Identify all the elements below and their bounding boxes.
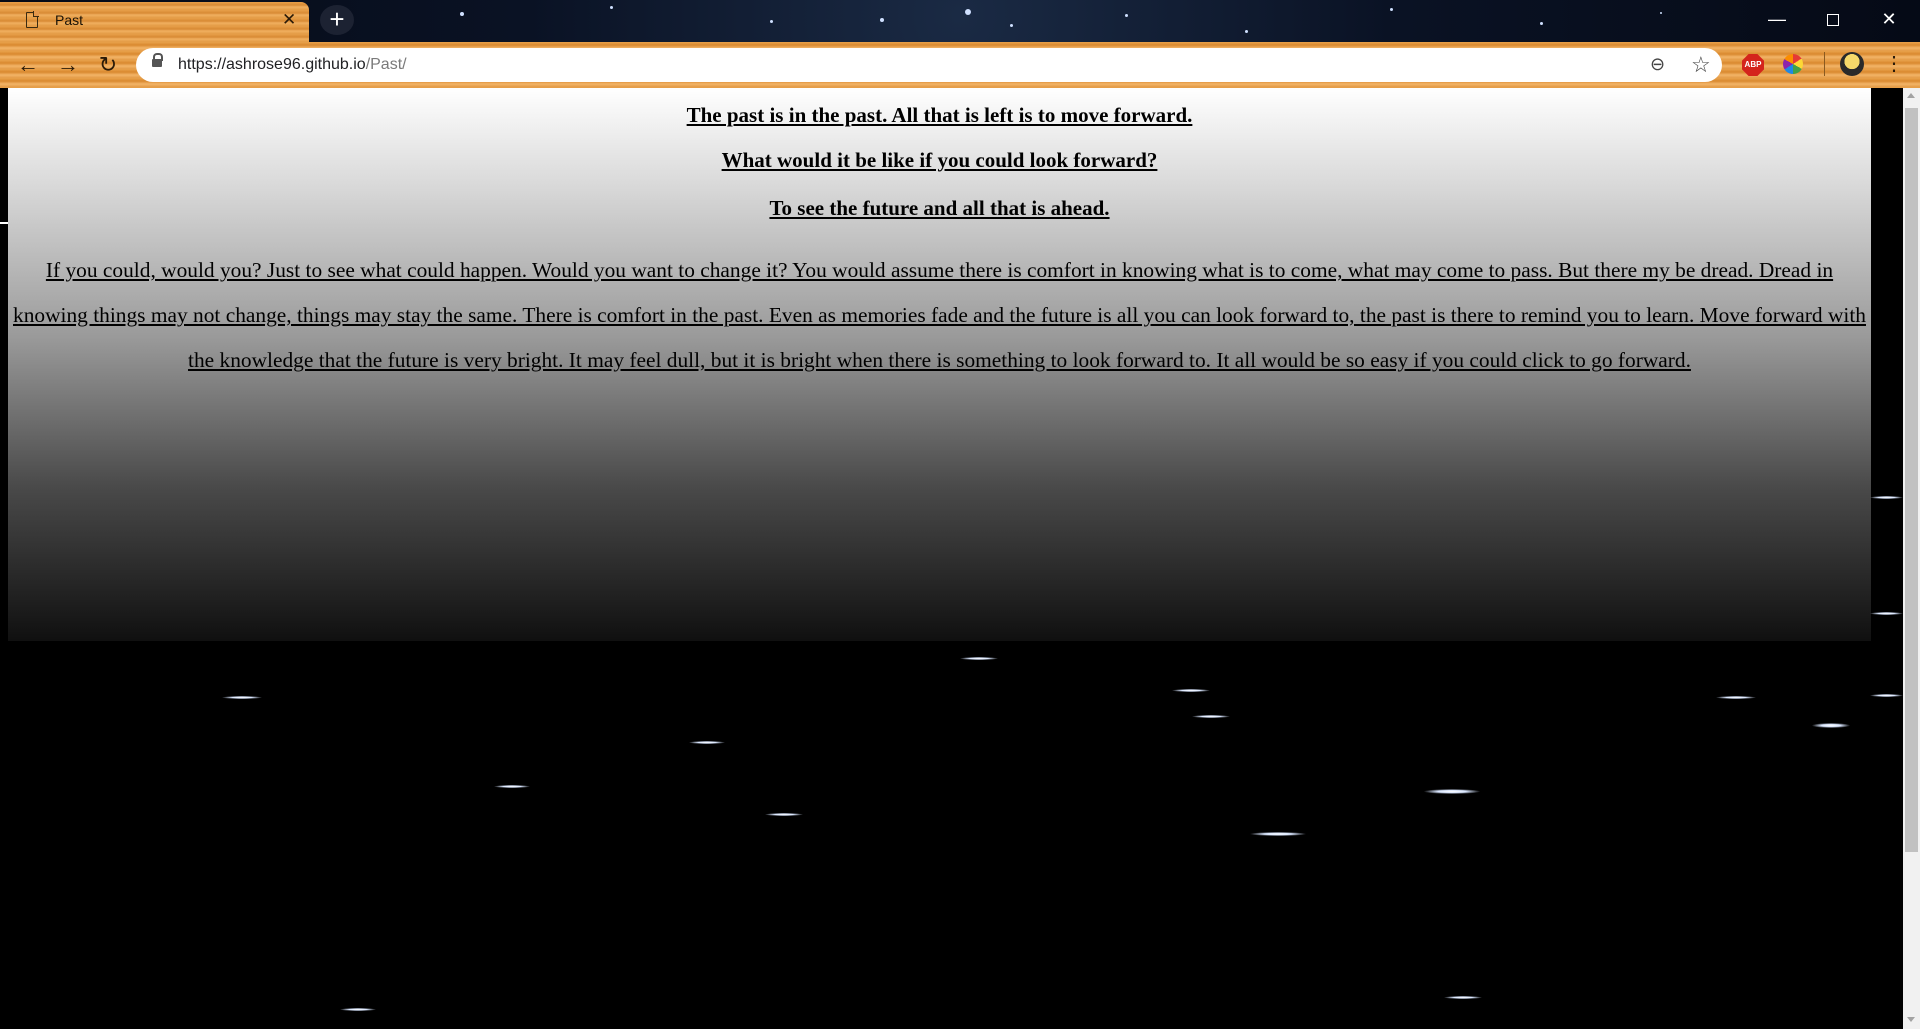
star-decoration — [770, 20, 773, 23]
star-decoration — [1540, 22, 1543, 25]
star-streak — [1250, 832, 1306, 836]
forward-button[interactable]: → — [53, 50, 83, 80]
new-tab-button[interactable]: + — [320, 5, 354, 35]
page-icon — [26, 11, 39, 28]
browser-menu-icon[interactable]: ⋮ — [1884, 52, 1904, 76]
star-streak — [765, 813, 803, 816]
minimize-button[interactable]: — — [1754, 4, 1800, 34]
browser-toolbar: ← → ↻ https://ashrose96.github.io/Past/ … — [0, 42, 1920, 88]
star-streak — [0, 222, 8, 224]
star-streak — [1192, 715, 1230, 718]
vertical-scrollbar[interactable] — [1903, 88, 1920, 1029]
star-streak — [1870, 612, 1903, 615]
star-streak — [1424, 789, 1480, 794]
bookmark-star-icon[interactable]: ☆ — [1691, 52, 1711, 78]
url-path: /Past/ — [365, 56, 407, 73]
star-decoration — [610, 6, 613, 9]
profile-avatar-icon[interactable] — [1840, 52, 1864, 76]
toolbar-divider — [1824, 52, 1825, 76]
star-streak — [689, 741, 725, 744]
forward-link-paragraph[interactable]: If you could, would you? Just to see wha… — [8, 248, 1871, 383]
restore-icon — [1827, 14, 1839, 26]
address-bar[interactable]: https://ashrose96.github.io/Past/ ⊖ ☆ — [136, 48, 1722, 82]
star-decoration — [1660, 12, 1662, 14]
star-streak — [1812, 723, 1850, 728]
color-picker-extension-icon[interactable] — [1783, 54, 1803, 74]
star-streak — [1172, 689, 1210, 692]
browser-tab[interactable]: Past ✕ — [0, 2, 309, 42]
url-host: https://ashrose96.github.io — [178, 56, 366, 73]
star-decoration — [880, 18, 884, 22]
maximize-button[interactable] — [1810, 4, 1856, 34]
star-streak — [1444, 996, 1482, 999]
scroll-down-arrow-icon[interactable] — [1907, 1017, 1915, 1022]
reload-button[interactable]: ↻ — [93, 50, 123, 80]
star-streak — [1870, 496, 1903, 499]
close-window-button[interactable]: ✕ — [1866, 4, 1912, 34]
content-panel: The past is in the past. All that is lef… — [8, 88, 1871, 641]
title-bar: Past ✕ + — ✕ — [0, 0, 1920, 42]
url-text[interactable]: https://ashrose96.github.io/Past/ — [178, 56, 407, 74]
tab-title: Past — [55, 12, 84, 28]
star-decoration — [1390, 8, 1393, 11]
lock-icon[interactable] — [152, 53, 163, 67]
star-streak — [222, 696, 262, 699]
star-streak — [494, 785, 530, 788]
star-streak — [1870, 694, 1903, 697]
star-decoration — [965, 9, 971, 15]
page-heading: The past is in the past. All that is lef… — [686, 103, 1193, 127]
scrollbar-thumb[interactable] — [1905, 108, 1918, 852]
star-streak — [960, 657, 998, 660]
adblock-icon[interactable]: ABP — [1742, 54, 1764, 76]
star-decoration — [1010, 24, 1013, 27]
page-viewport: The past is in the past. All that is lef… — [0, 88, 1903, 1029]
star-decoration — [1125, 14, 1128, 17]
zoom-out-icon[interactable]: ⊖ — [1650, 54, 1665, 75]
scroll-up-arrow-icon[interactable] — [1907, 93, 1915, 98]
tab-close-icon[interactable]: ✕ — [282, 10, 296, 30]
back-button[interactable]: ← — [13, 50, 43, 80]
star-streak — [340, 1008, 376, 1011]
page-subheading: To see the future and all that is ahead. — [769, 196, 1110, 220]
star-streak — [1716, 696, 1756, 699]
star-decoration — [460, 12, 464, 16]
page-subheading: What would it be like if you could look … — [721, 148, 1158, 172]
star-decoration — [1245, 30, 1248, 33]
